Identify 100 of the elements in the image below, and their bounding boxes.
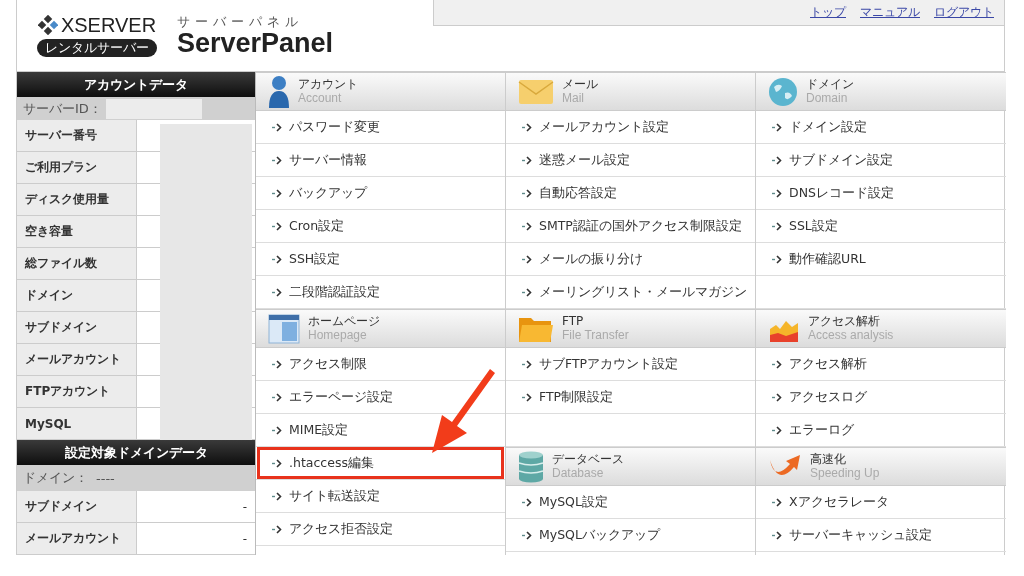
- domain-value: ----: [96, 470, 115, 486]
- arrow-bullet-icon: [772, 221, 783, 231]
- menu-link[interactable]: アクセス解析: [757, 348, 1005, 380]
- section-subtitle: Access analysis: [808, 328, 894, 342]
- arrow-bullet-icon: [522, 359, 533, 369]
- row-value: -: [242, 531, 247, 546]
- menu-link[interactable]: DNSレコード設定: [757, 177, 1005, 209]
- arrow-bullet-icon: [272, 287, 283, 297]
- arrow-bullet-icon: [772, 530, 783, 540]
- menu-link[interactable]: 自動応答設定: [507, 177, 754, 209]
- menu-link[interactable]: ドメイン設定: [757, 111, 1005, 143]
- section-subtitle: Homepage: [308, 328, 368, 342]
- arrow-bullet-icon: [772, 188, 783, 198]
- arrow-bullet-icon: [272, 254, 283, 264]
- section-title: ドメイン: [806, 78, 854, 92]
- menu-link[interactable]: サブFTPアカウント設定: [507, 348, 754, 380]
- envelope-icon: [518, 78, 554, 105]
- row-label: MySQL: [17, 408, 137, 439]
- menu-link[interactable]: SMTP認証の国外アクセス制限設定: [507, 210, 754, 242]
- arrow-bullet-icon: [522, 392, 533, 402]
- brand-name: XSERVER: [60, 13, 157, 37]
- menu-link[interactable]: エラーログ: [757, 414, 1005, 446]
- panel-title: ServerPanel: [177, 30, 334, 58]
- menu-link[interactable]: SSH設定: [257, 243, 504, 275]
- nav-link[interactable]: マニュアル: [860, 4, 920, 21]
- menu-link[interactable]: MySQLバックアップ: [507, 519, 754, 551]
- menu-link[interactable]: メーリングリスト・メールマガジン: [507, 276, 754, 308]
- row-label: 総ファイル数: [17, 248, 137, 279]
- arrow-bullet-icon: [522, 155, 533, 165]
- section-title: アクセス解析: [808, 315, 881, 329]
- row-label: メールアカウント: [17, 523, 137, 554]
- menu-link[interactable]: .htaccess編集: [257, 447, 504, 479]
- menu-link[interactable]: サーバー情報: [257, 144, 504, 176]
- section-title: データベース: [552, 453, 624, 467]
- menu-link[interactable]: パスワード変更: [257, 111, 504, 143]
- section-title: FTP: [562, 315, 585, 329]
- arrow-bullet-icon: [272, 524, 283, 534]
- section-title: 高速化: [810, 453, 847, 467]
- menu-link[interactable]: FTP制限設定: [507, 381, 754, 413]
- diamond-logo-icon: [37, 15, 58, 36]
- menu-link[interactable]: アクセス拒否設定: [257, 513, 504, 545]
- person-icon: [268, 74, 290, 109]
- menu-link[interactable]: 迷惑メール設定: [507, 144, 754, 176]
- menu-link[interactable]: Xアクセラレータ: [757, 486, 1005, 518]
- arrow-bullet-icon: [772, 425, 783, 435]
- menu-link[interactable]: 動作確認URL: [757, 243, 1005, 275]
- menu-link[interactable]: アクセス制限: [257, 348, 504, 380]
- arrow-bullet-icon: [772, 497, 783, 507]
- menu-link[interactable]: バックアップ: [257, 177, 504, 209]
- arrow-bullet-icon: [772, 392, 783, 402]
- arrow-bullet-icon: [272, 221, 283, 231]
- row-label: サブドメイン: [17, 491, 137, 522]
- arrow-bullet-icon: [772, 359, 783, 369]
- section-subtitle: Account: [298, 91, 343, 105]
- menu-link[interactable]: サブドメイン設定: [757, 144, 1005, 176]
- row-label: ディスク使用量: [17, 184, 137, 215]
- arrow-bullet-icon: [272, 458, 283, 468]
- arrow-bullet-icon: [772, 155, 783, 165]
- section-subtitle: Domain: [806, 91, 849, 105]
- sidebar-heading: アカウントデータ: [17, 72, 255, 97]
- arrow-bullet-icon: [522, 122, 533, 132]
- arrow-bullet-icon: [272, 491, 283, 501]
- database-icon: [518, 450, 544, 483]
- menu-link[interactable]: メールの振り分け: [507, 243, 754, 275]
- menu-link[interactable]: サーバーキャッシュ設定: [757, 519, 1005, 551]
- nav-link[interactable]: トップ: [810, 4, 846, 21]
- arrow-bullet-icon: [522, 287, 533, 297]
- server-id-label: サーバーID：: [23, 99, 102, 118]
- row-label: サブドメイン: [17, 312, 137, 343]
- menu-link[interactable]: メールアカウント設定: [507, 111, 754, 143]
- section-title: アカウント: [298, 78, 358, 92]
- menu-link[interactable]: エラーページ設定: [257, 381, 504, 413]
- domain-label: ドメイン：: [23, 469, 88, 487]
- arrow-bullet-icon: [522, 188, 533, 198]
- browser-window-icon: [268, 313, 300, 344]
- arrow-bullet-icon: [772, 122, 783, 132]
- row-label: FTPアカウント: [17, 376, 137, 407]
- arrow-bullet-icon: [272, 188, 283, 198]
- menu-link[interactable]: SSL設定: [757, 210, 1005, 242]
- sidebar-heading: 設定対象ドメインデータ: [17, 440, 255, 465]
- panel-caption: サーバーパネル: [177, 13, 304, 31]
- menu-link[interactable]: 二段階認証設定: [257, 276, 504, 308]
- menu-link[interactable]: アクセスログ: [757, 381, 1005, 413]
- menu-link[interactable]: Cron設定: [257, 210, 504, 242]
- menu-link[interactable]: MIME設定: [257, 414, 504, 446]
- arrow-bullet-icon: [272, 155, 283, 165]
- arrow-bullet-icon: [272, 122, 283, 132]
- arrow-bullet-icon: [272, 425, 283, 435]
- menu-link[interactable]: MySQL設定: [507, 486, 754, 518]
- arrow-bullet-icon: [522, 497, 533, 507]
- section-subtitle: Database: [552, 466, 605, 480]
- nav-link[interactable]: ログアウト: [934, 4, 994, 21]
- section-title: ホームページ: [308, 315, 380, 329]
- arrow-bullet-icon: [272, 392, 283, 402]
- menu-link[interactable]: サイト転送設定: [257, 480, 504, 512]
- section-subtitle: Mail: [562, 91, 585, 105]
- row-label: サーバー番号: [17, 120, 137, 151]
- row-value: -: [242, 499, 247, 514]
- row-label: メールアカウント: [17, 344, 137, 375]
- section-subtitle: Speeding Up: [810, 466, 880, 480]
